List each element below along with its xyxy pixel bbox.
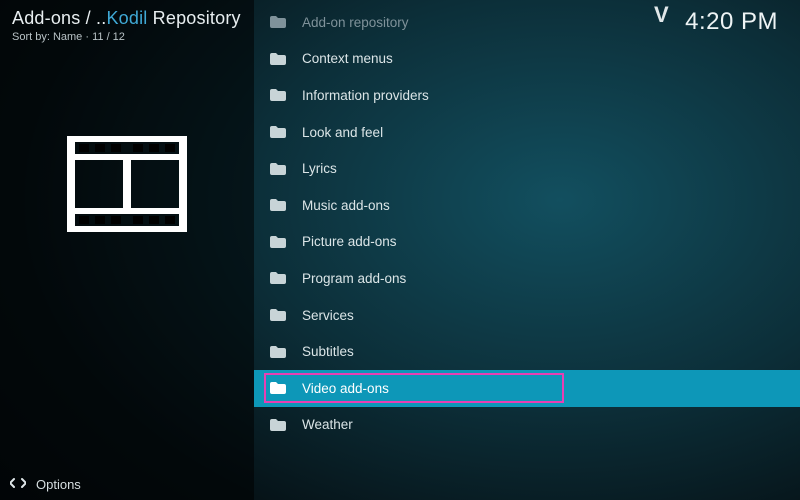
list-item[interactable]: Program add-ons [254, 260, 800, 297]
list-item[interactable]: Look and feel [254, 114, 800, 151]
list-item[interactable]: Lyrics [254, 150, 800, 187]
sidebar: Add-ons / ..Kodil Repository Sort by: Na… [0, 0, 254, 500]
sort-label[interactable]: Sort by: Name [12, 31, 82, 43]
list-item[interactable]: Subtitles [254, 333, 800, 370]
folder-icon [270, 126, 286, 138]
list-item[interactable]: Picture add-ons [254, 224, 800, 261]
list-item-label: Picture add-ons [302, 234, 397, 249]
list-item[interactable]: Music add-ons [254, 187, 800, 224]
folder-icon [270, 16, 286, 28]
sort-line: Sort by: Name · 11 / 12 [12, 31, 242, 43]
folder-icon [270, 346, 286, 358]
folder-icon [270, 199, 286, 211]
list-item[interactable]: Add-on repository [254, 4, 800, 41]
folder-icon [270, 419, 286, 431]
folder-icon [270, 382, 286, 394]
breadcrumb[interactable]: Add-ons / ..Kodil Repository [12, 8, 242, 29]
list-item[interactable]: Information providers [254, 77, 800, 114]
category-list: Add-on repository Context menus Informatio… [254, 4, 800, 443]
folder-icon [270, 309, 286, 321]
folder-icon [270, 89, 286, 101]
options-button[interactable]: Options [10, 477, 81, 492]
breadcrumb-highlight: Kodil [106, 8, 147, 28]
list-item[interactable]: Video add-ons [254, 370, 800, 407]
list-item-label: Add-on repository [302, 15, 409, 30]
options-icon [10, 477, 26, 492]
list-item-label: Look and feel [302, 125, 383, 140]
main-panel: 4:20 PM V Add-on repositoryContext menus… [254, 0, 800, 500]
list-item[interactable]: Services [254, 297, 800, 334]
breadcrumb-prefix: Add-ons / .. [12, 8, 106, 28]
list-item-label: Information providers [302, 88, 429, 103]
list-item[interactable]: Context menus [254, 41, 800, 78]
film-reel-icon [67, 136, 187, 237]
list-item-label: Lyrics [302, 161, 337, 176]
breadcrumb-suffix: Repository [147, 8, 240, 28]
list-item-label: Music add-ons [302, 198, 390, 213]
folder-icon [270, 236, 286, 248]
list-item-label: Services [302, 308, 354, 323]
list-position: 11 / 12 [92, 31, 125, 43]
options-label: Options [36, 477, 81, 492]
list-item-label: Subtitles [302, 344, 354, 359]
list-item-label: Video add-ons [302, 381, 389, 396]
list-item-label: Context menus [302, 51, 393, 66]
list-item-label: Weather [302, 417, 353, 432]
list-item-label: Program add-ons [302, 271, 406, 286]
folder-icon [270, 163, 286, 175]
list-item[interactable]: Weather [254, 407, 800, 444]
folder-icon [270, 53, 286, 65]
folder-icon [270, 272, 286, 284]
